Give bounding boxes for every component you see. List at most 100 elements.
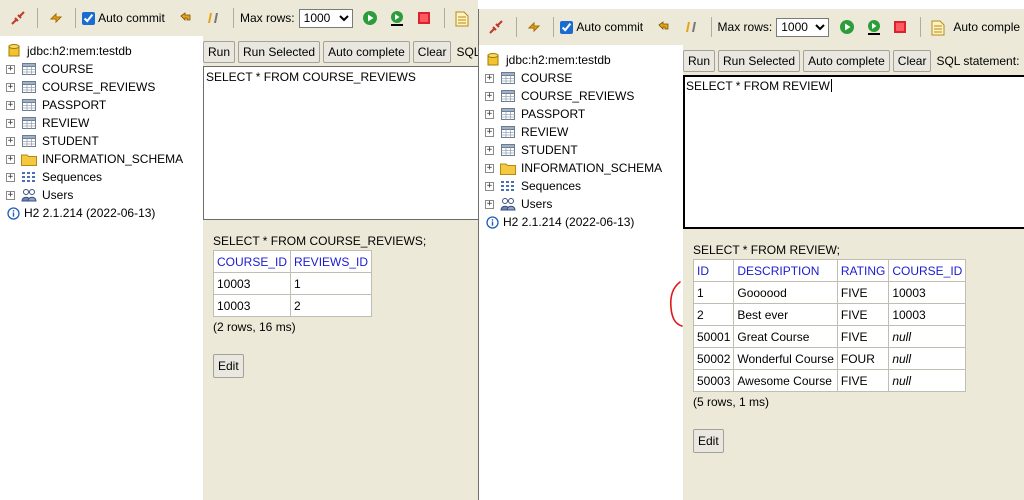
run-button[interactable]: Run: [203, 41, 236, 63]
auto-commit-check-input[interactable]: [560, 20, 574, 34]
run-icon[interactable]: [359, 6, 382, 30]
column-header[interactable]: REVIEWS_ID: [290, 250, 373, 273]
history-icon[interactable]: [927, 15, 950, 39]
expand-icon[interactable]: +: [6, 136, 15, 146]
tree-node-information-schema[interactable]: + INFORMATION_SCHEMA: [485, 159, 683, 177]
column-header[interactable]: COURSE_ID: [212, 250, 292, 273]
run-selected-button[interactable]: Run Selected: [238, 41, 321, 63]
column-header[interactable]: COURSE_ID: [888, 259, 967, 282]
expand-icon[interactable]: +: [6, 172, 15, 182]
screen: Auto commit Max rows: 1000 jdbc:h2:mem:t…: [0, 0, 1024, 500]
tree-node-passport[interactable]: + PASSPORT: [6, 96, 203, 114]
sql-text: SELECT * FROM COURSE_REVIEWS: [206, 70, 416, 84]
expand-icon[interactable]: +: [6, 154, 15, 164]
query-area: Run Run Selected Auto complete Clear SQL…: [203, 36, 478, 500]
connection-node[interactable]: jdbc:h2:mem:testdb: [485, 51, 683, 69]
table-icon: [21, 98, 37, 112]
auto-commit-check-input[interactable]: [82, 11, 96, 25]
result-table: COURSE_ID REVIEWS_ID 10003 1 10003 2: [212, 250, 373, 317]
users-icon: [500, 197, 516, 211]
auto-commit-checkbox[interactable]: Auto commit: [82, 11, 169, 25]
tree-node-student[interactable]: + STUDENT: [485, 141, 683, 159]
tree-node-label: Sequences: [521, 179, 582, 193]
tree-node-sequences[interactable]: + Sequences: [6, 168, 203, 186]
run-selected-icon[interactable]: [862, 15, 885, 39]
expand-icon[interactable]: +: [6, 64, 15, 74]
disconnect-icon[interactable]: [485, 15, 508, 39]
table-cell: null: [888, 369, 967, 392]
run-selected-icon[interactable]: [386, 6, 409, 30]
refresh-icon[interactable]: [44, 6, 67, 30]
max-rows-select[interactable]: 1000: [298, 8, 353, 28]
header-row: COURSE_ID REVIEWS_ID: [212, 250, 373, 273]
expand-icon[interactable]: +: [485, 91, 494, 101]
tree-node-course[interactable]: + COURSE: [485, 69, 683, 87]
expand-icon[interactable]: +: [485, 181, 494, 191]
max-rows-select[interactable]: 1000: [776, 17, 830, 37]
tree-node-passport[interactable]: + PASSPORT: [485, 105, 683, 123]
tree-items: + COURSE + COURSE_REVIEWS + PASSPORT + REVIEW + S…: [6, 60, 203, 204]
expand-icon[interactable]: +: [6, 82, 15, 92]
stop-icon[interactable]: [889, 15, 912, 39]
commit-icon[interactable]: [202, 6, 225, 30]
tree-node-users[interactable]: + Users: [6, 186, 203, 204]
tree-node-course-reviews[interactable]: + COURSE_REVIEWS: [6, 78, 203, 96]
column-header[interactable]: DESCRIPTION: [733, 259, 838, 282]
run-selected-button[interactable]: Run Selected: [718, 50, 801, 72]
run-button[interactable]: Run: [683, 50, 716, 72]
sql-editor[interactable]: SELECT * FROM REVIEW: [683, 75, 1024, 229]
row-count: (5 rows, 1 ms): [693, 395, 770, 409]
tree-node-review[interactable]: + REVIEW: [485, 123, 683, 141]
column-header[interactable]: RATING: [836, 259, 890, 282]
tree-node-information-schema[interactable]: + INFORMATION_SCHEMA: [6, 150, 203, 168]
table-cell: Goooood: [733, 281, 838, 304]
expand-icon[interactable]: +: [6, 100, 15, 110]
expand-icon[interactable]: +: [6, 190, 15, 200]
auto-complete-button[interactable]: Auto complete: [323, 41, 410, 63]
info-icon: [485, 215, 499, 229]
clear-button[interactable]: Clear: [892, 50, 932, 72]
rollback-icon[interactable]: [175, 6, 198, 30]
tree-node-course-reviews[interactable]: + COURSE_REVIEWS: [485, 87, 683, 105]
auto-complete-button[interactable]: Auto complete: [803, 50, 890, 72]
edit-button[interactable]: Edit: [213, 354, 244, 378]
expand-icon[interactable]: +: [485, 73, 494, 83]
tree-node-review[interactable]: + REVIEW: [6, 114, 203, 132]
result-body: 10003 1 10003 2: [212, 272, 373, 317]
table-cell: 10003: [888, 281, 967, 304]
refresh-icon[interactable]: [523, 15, 546, 39]
expand-icon[interactable]: +: [485, 127, 494, 137]
table-cell: 2: [692, 303, 735, 326]
clear-button[interactable]: Clear: [412, 41, 452, 63]
edit-button[interactable]: Edit: [693, 429, 724, 453]
tree-node-student[interactable]: + STUDENT: [6, 132, 203, 150]
table-icon: [21, 62, 37, 76]
expand-icon[interactable]: +: [6, 118, 15, 128]
folder-icon: [21, 152, 37, 166]
tree-node-course[interactable]: + COURSE: [6, 60, 203, 78]
auto-commit-checkbox[interactable]: Auto commit: [560, 20, 647, 34]
tree-node-users[interactable]: + Users: [485, 195, 683, 213]
info-icon: [6, 206, 20, 220]
expand-icon[interactable]: +: [485, 163, 494, 173]
auto-complete-toggle-label[interactable]: Auto comple: [953, 20, 1020, 34]
table-cell: 50002: [692, 347, 735, 370]
column-header[interactable]: ID: [692, 259, 735, 282]
tree-node-sequences[interactable]: + Sequences: [485, 177, 683, 195]
expand-icon[interactable]: +: [485, 199, 494, 209]
tree-node-label: COURSE: [42, 62, 94, 76]
stop-icon[interactable]: [413, 6, 436, 30]
expand-icon[interactable]: +: [485, 145, 494, 155]
table-icon: [21, 134, 37, 148]
expand-icon[interactable]: +: [485, 109, 494, 119]
connection-node[interactable]: jdbc:h2:mem:testdb: [6, 42, 203, 60]
table-cell: 2: [290, 294, 373, 317]
rollback-icon[interactable]: [653, 15, 676, 39]
table-cell: FIVE: [836, 303, 890, 326]
sql-editor[interactable]: SELECT * FROM COURSE_REVIEWS: [203, 66, 478, 220]
disconnect-icon[interactable]: [6, 6, 29, 30]
run-icon[interactable]: [835, 15, 858, 39]
toolbar: Auto commit Max rows: 1000: [0, 0, 478, 36]
commit-icon[interactable]: [680, 15, 703, 39]
history-icon[interactable]: [451, 6, 474, 30]
